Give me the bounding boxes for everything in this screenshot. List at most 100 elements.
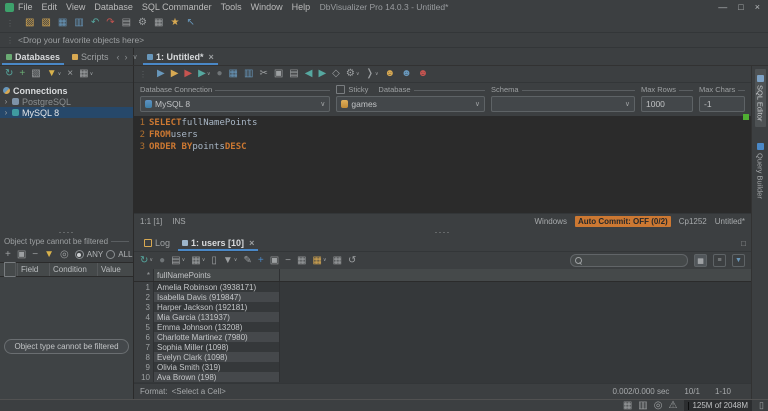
paste-icon[interactable]: ▤: [289, 69, 298, 79]
column-header-value[interactable]: Value: [98, 263, 133, 276]
table-row[interactable]: 1Amelia Robinson (3938171): [134, 282, 751, 292]
text-view-button[interactable]: ≡: [713, 254, 726, 267]
describe-row-icon[interactable]: ▦: [297, 256, 306, 266]
menu-database[interactable]: Database: [94, 2, 133, 12]
chart-icon[interactable]: ▦∨: [312, 256, 326, 266]
max-chars-input[interactable]: -1: [699, 96, 745, 112]
export-grid-icon[interactable]: ▤∨: [171, 256, 185, 266]
format-value[interactable]: <Select a Cell>: [172, 387, 226, 396]
sql-line[interactable]: 3ORDER BY points DESC: [134, 141, 751, 153]
cell-fullnamepoints[interactable]: Sophia Miller (1098): [154, 342, 280, 352]
rollback-icon[interactable]: ☻: [401, 69, 412, 79]
tree-item-postgresql[interactable]: › PostgreSQL: [0, 96, 133, 107]
create-connection-icon[interactable]: +: [19, 69, 25, 79]
collapse-all-icon[interactable]: ×: [67, 69, 73, 79]
pin-icon[interactable]: ◎: [654, 401, 663, 411]
cell-fullnamepoints[interactable]: Amelia Robinson (3938171): [154, 282, 280, 292]
undo-icon[interactable]: ↶: [91, 18, 99, 28]
menu-sql-commander[interactable]: SQL Commander: [142, 2, 212, 12]
cell-fullnamepoints[interactable]: Ava Brown (198): [154, 372, 280, 382]
edit-filter-icon[interactable]: ▼: [44, 250, 54, 260]
tree-options-icon[interactable]: ▦∨: [79, 69, 93, 79]
print-icon[interactable]: ▤: [122, 18, 131, 28]
create-folder-icon[interactable]: ▧: [31, 69, 40, 79]
sticky-checkbox[interactable]: [336, 85, 345, 94]
stop-load-icon[interactable]: ●: [159, 256, 165, 266]
save-sql-as-icon[interactable]: ▥: [244, 69, 253, 79]
menu-tools[interactable]: Tools: [221, 2, 242, 12]
connection-monitor-icon[interactable]: ▦: [623, 401, 632, 411]
save-all-icon[interactable]: ▥: [74, 18, 83, 28]
remove-filter-icon[interactable]: −: [32, 250, 38, 260]
database-dropdown[interactable]: games ∨: [336, 96, 485, 112]
menu-file[interactable]: File: [18, 2, 33, 12]
table-row[interactable]: 4Mia Garcia (131937): [134, 312, 751, 322]
tab-sql-untitled[interactable]: 1: Untitled* ×: [141, 48, 220, 65]
pending-warnings-icon[interactable]: ⚠: [668, 401, 677, 411]
tool-properties-icon[interactable]: ⚙: [138, 18, 147, 28]
table-row[interactable]: 9Olivia Smith (319): [134, 362, 751, 372]
schema-dropdown[interactable]: ∨: [491, 96, 635, 112]
close-button[interactable]: ×: [755, 2, 760, 12]
add-filter-icon[interactable]: +: [5, 250, 11, 260]
edit-cell-icon[interactable]: ✎: [243, 256, 251, 266]
duplicate-row-icon[interactable]: ▣: [270, 256, 279, 266]
vtab-sql-editor[interactable]: SQL Editor: [755, 69, 766, 127]
column-header-condition[interactable]: Condition: [50, 263, 98, 276]
save-sql-icon[interactable]: ▦: [229, 69, 238, 79]
all-radio[interactable]: [106, 250, 115, 259]
table-row[interactable]: 8Evelyn Clark (1098): [134, 352, 751, 362]
compare-icon[interactable]: ▦: [333, 256, 342, 266]
menu-edit[interactable]: Edit: [42, 2, 58, 12]
insert-row-icon[interactable]: +: [258, 256, 264, 266]
grid-search-input[interactable]: [570, 254, 688, 267]
grid-options-icon[interactable]: ▦∨: [191, 256, 205, 266]
menu-window[interactable]: Window: [251, 2, 283, 12]
delete-grid-icon[interactable]: ▯: [211, 256, 217, 266]
expand-chevron-icon[interactable]: ›: [3, 108, 9, 117]
filter-rows-icon[interactable]: ▼∨: [223, 256, 238, 266]
prompt-icon[interactable]: ❭∨: [365, 69, 378, 79]
favorites-star-icon[interactable]: ★: [170, 18, 179, 28]
apply-filter-icon[interactable]: ◎: [60, 250, 69, 260]
cell-fullnamepoints[interactable]: Evelyn Clark (1098): [154, 352, 280, 362]
vtab-query-builder[interactable]: Query Builder: [755, 137, 766, 205]
sql-settings-icon[interactable]: ⚙∨: [346, 69, 360, 79]
bookmarks-icon[interactable]: ◇: [332, 69, 340, 79]
max-rows-input[interactable]: 1000: [641, 96, 693, 112]
cell-fullnamepoints[interactable]: Charlotte Martinez (7980): [154, 332, 280, 342]
filter-connections-icon[interactable]: ▼∨: [47, 69, 62, 79]
sql-code[interactable]: 1SELECT fullNamePoints2FROM users3ORDER …: [134, 116, 751, 213]
redo-icon[interactable]: ↷: [106, 18, 114, 28]
tab-databases[interactable]: Databases: [0, 48, 66, 65]
transactions-icon[interactable]: ☻: [418, 69, 429, 79]
connection-dropdown[interactable]: MySQL 8 ∨: [140, 96, 330, 112]
tab-prev-icon[interactable]: ‹: [117, 52, 120, 62]
sql-line[interactable]: 2FROM users: [134, 129, 751, 141]
tab-log[interactable]: Log: [138, 235, 176, 251]
line-ending-indicator[interactable]: Windows: [534, 217, 566, 226]
menu-view[interactable]: View: [66, 2, 85, 12]
undo-edits-icon[interactable]: ↺: [348, 256, 356, 266]
tree-root-connections[interactable]: Connections: [0, 85, 133, 96]
reload-grid-icon[interactable]: ↻∨: [140, 256, 153, 266]
filter-header-checkbox[interactable]: [0, 263, 18, 276]
history-back-icon[interactable]: ◀: [305, 69, 313, 79]
table-row[interactable]: 2Isabella Davis (919847): [134, 292, 751, 302]
grid-view-button[interactable]: ▦: [694, 254, 707, 267]
cell-fullnamepoints[interactable]: Isabella Davis (919847): [154, 292, 280, 302]
grid-corner-cell[interactable]: *: [134, 269, 154, 281]
cell-fullnamepoints[interactable]: Mia Garcia (131937): [154, 312, 280, 322]
execute-script-icon[interactable]: ▶: [171, 69, 179, 79]
detach-panel-icon[interactable]: □: [741, 235, 751, 251]
result-tab-close-icon[interactable]: ×: [249, 238, 254, 248]
autocommit-badge[interactable]: Auto Commit: OFF (0/2): [575, 216, 671, 227]
cell-fullnamepoints[interactable]: Olivia Smith (319): [154, 362, 280, 372]
sql-line[interactable]: 1SELECT fullNamePoints: [134, 117, 751, 129]
copy-icon[interactable]: ▣: [274, 69, 283, 79]
execute-stop-on-error-icon[interactable]: ▶: [184, 69, 192, 79]
cell-fullnamepoints[interactable]: Harper Jackson (192181): [154, 302, 280, 312]
table-row[interactable]: 5Emma Johnson (13208): [134, 322, 751, 332]
window-list-icon[interactable]: ▦: [154, 18, 163, 28]
column-header-field[interactable]: Field: [18, 263, 50, 276]
